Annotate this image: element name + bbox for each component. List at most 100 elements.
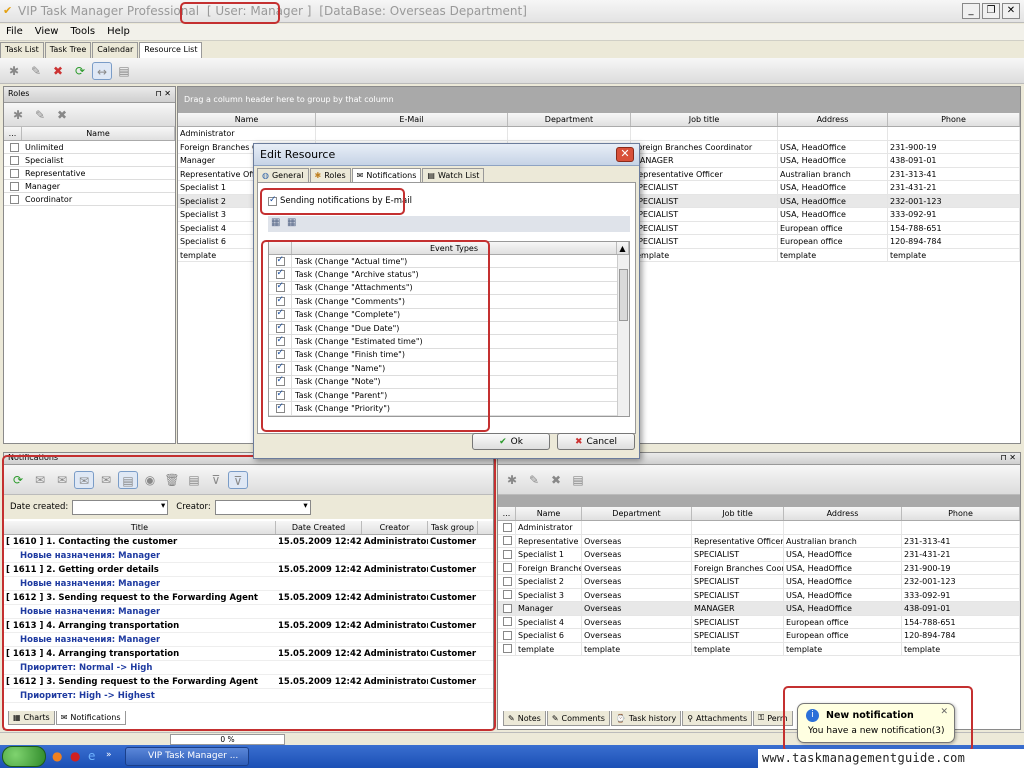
close-icon[interactable]: ✕ [616,147,634,162]
ok-button[interactable]: ✔ Ok [472,433,550,450]
cell-addr [784,521,902,534]
cell-job: SPECIALIST [631,235,778,248]
row-checkbox[interactable] [503,603,512,613]
delete-resource-icon[interactable]: ✖ [48,62,68,80]
row-checkbox[interactable] [503,549,512,559]
col-phone[interactable]: Phone [902,507,1020,520]
tab-task-list[interactable]: Task List [0,42,44,58]
delete-role-icon[interactable]: ✖ [52,106,72,124]
table-row[interactable]: template template template template template [498,642,1020,656]
minimize-button[interactable]: _ [962,3,980,19]
col-address[interactable]: Address [778,113,888,126]
cell-job: SPECIALIST [692,548,784,561]
tab-notifications[interactable]: ✉ Notifications [351,168,422,182]
table-row[interactable]: Specialist 4 Overseas SPECIALIST European o… [498,615,1020,629]
table-row[interactable]: Specialist 3 Overseas SPECIALIST USA, HeadO… [498,588,1020,602]
cell-name: Specialist 2 [516,575,582,588]
tab-watch-list[interactable]: ▤ Watch List [422,168,485,182]
pin-icon[interactable]: ⊓ ✕ [156,89,172,100]
add-icon[interactable]: ✱ [502,471,522,489]
main-tabs: Task List Task Tree Calendar Resource Li… [0,42,203,58]
taskbar-window-button[interactable]: VIP Task Manager ... [125,747,249,766]
check-all-icon[interactable]: ▦ [271,217,280,228]
row-checkbox[interactable] [503,644,512,654]
cell-dept: Overseas [582,602,692,615]
tab-resource-list[interactable]: Resource List [139,42,203,58]
opera-icon[interactable]: ● [70,749,80,763]
col-email[interactable]: E-Mail [316,113,508,126]
table-row[interactable]: Administrator [178,127,1020,141]
col-name[interactable]: Name [178,113,316,126]
add-resource-icon[interactable]: ✱ [4,62,24,80]
menu-view[interactable]: View [29,24,65,39]
refresh-icon[interactable]: ⟳ [70,62,90,80]
tab-comments[interactable]: ✎ Comments [546,711,610,726]
close-button[interactable]: ✕ [1002,3,1020,19]
role-item[interactable]: Manager [4,180,175,193]
cell-dept: Overseas [582,548,692,561]
events-scrollbar[interactable] [617,255,629,416]
tab-roles[interactable]: ✱ Roles [309,168,351,182]
col-department[interactable]: Department [582,507,692,520]
delete-icon[interactable]: ✖ [546,471,566,489]
table-row[interactable]: Foreign Branches CoordinatorOverseasFore… [498,561,1020,575]
table-row[interactable]: Specialist 6 Overseas SPECIALIST European o… [498,629,1020,643]
row-checkbox[interactable] [503,590,512,600]
print-icon[interactable]: ▤ [114,62,134,80]
table-row[interactable]: Manager Overseas MANAGER USA, HeadOffice 438… [498,602,1020,616]
start-button[interactable] [2,746,46,767]
tab-attachments[interactable]: ⚲ Attachments [682,711,753,726]
col-name[interactable]: Name [22,127,175,140]
tab-calendar[interactable]: Calendar [92,42,139,58]
role-item[interactable]: Unlimited [4,141,175,154]
menu-help[interactable]: Help [101,24,136,39]
role-item[interactable]: Representative [4,167,175,180]
role-item[interactable]: Specialist [4,154,175,167]
menu-tools[interactable]: Tools [64,24,101,39]
col-name[interactable]: Name [516,507,582,520]
col-phone[interactable]: Phone [888,113,1020,126]
cell-phone: 154-788-651 [902,615,1020,628]
col-address[interactable]: Address [784,507,902,520]
tab-task-history[interactable]: ⌚ Task history [610,711,682,726]
pin-icon[interactable]: ⊓ ✕ [1001,453,1017,464]
cell-addr: USA, HeadOffice [778,140,888,153]
menu-bar: File View Tools Help [0,24,1024,41]
app-title: VIP Task Manager Professional [18,4,200,18]
cell-job: MANAGER [692,602,784,615]
row-checkbox[interactable] [503,576,512,586]
table-row[interactable]: Specialist 1 Overseas SPECIALIST USA, HeadO… [498,548,1020,562]
add-role-icon[interactable]: ✱ [8,106,28,124]
row-checkbox[interactable] [503,536,512,546]
firefox-icon[interactable]: ● [52,749,62,763]
col-job-title[interactable]: Job title [692,507,784,520]
tab-general[interactable]: ◍ General [257,168,309,182]
tab-task-tree[interactable]: Task Tree [44,42,92,58]
col-department[interactable]: Department [508,113,631,126]
ie-icon[interactable]: e [88,749,95,763]
row-checkbox[interactable] [503,630,512,640]
role-item[interactable]: Coordinator [4,193,175,206]
expand-icon[interactable]: » [106,750,112,760]
fit-columns-icon[interactable]: ↔ [92,61,112,80]
row-checkbox[interactable] [503,563,512,573]
cell-phone: 154-788-651 [888,221,1020,234]
cancel-button[interactable]: ✖ Cancel [557,433,635,450]
envelope-icon: ✉ [356,171,364,180]
cell-job: SPECIALIST [631,221,778,234]
cell-addr: USA, HeadOffice [778,154,888,167]
table-row[interactable]: Representative OfficerOverseasRepresenta… [498,534,1020,548]
print-icon[interactable]: ▤ [568,471,588,489]
edit-resource-icon[interactable]: ✎ [26,62,46,80]
row-checkbox[interactable] [503,522,512,532]
maximize-button[interactable]: ❐ [982,3,1000,19]
edit-icon[interactable]: ✎ [524,471,544,489]
menu-file[interactable]: File [0,24,29,39]
row-checkbox[interactable] [503,617,512,627]
table-row[interactable]: Administrator [498,521,1020,535]
tab-notes[interactable]: ✎ Notes [503,711,546,726]
table-row[interactable]: Specialist 2 Overseas SPECIALIST USA, HeadO… [498,575,1020,589]
col-job-title[interactable]: Job title [631,113,778,126]
edit-role-icon[interactable]: ✎ [30,106,50,124]
uncheck-all-icon[interactable]: ▦ [287,217,296,228]
